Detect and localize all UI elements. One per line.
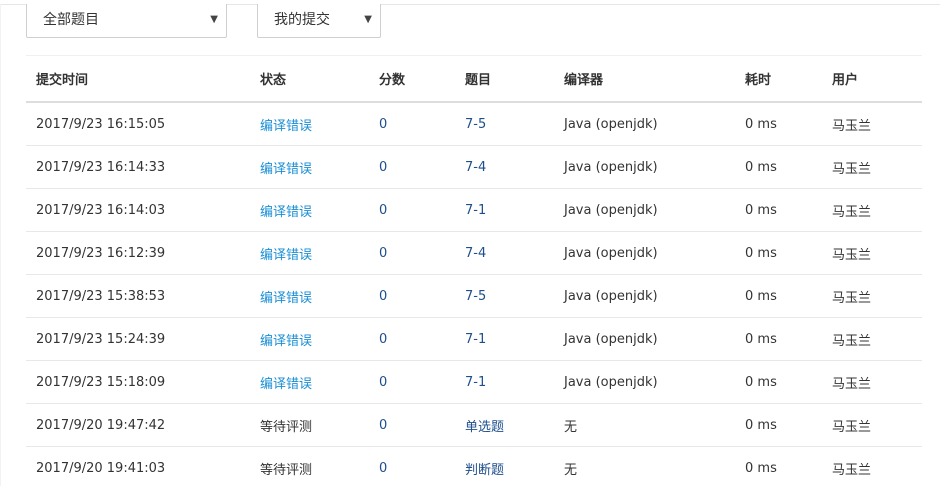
problem-scope-select[interactable]: 全部题目 ▼ — [26, 4, 227, 38]
table-row: 2017/9/23 16:14:03 编译错误 0 7-1 Java (open… — [26, 188, 922, 232]
score-link[interactable]: 0 — [369, 145, 455, 189]
duration: 0 ms — [735, 274, 822, 318]
duration: 0 ms — [735, 145, 822, 189]
duration: 0 ms — [735, 102, 822, 146]
submission-time: 2017/9/23 15:24:39 — [26, 317, 250, 361]
compiler: Java (openjdk) — [554, 188, 735, 232]
submissions-table: 提交时间 状态 分数 题目 编译器 耗时 用户 2017/9/23 16:15:… — [26, 56, 922, 486]
score-link[interactable]: 0 — [369, 102, 455, 146]
compiler: 无 — [554, 403, 735, 447]
duration: 0 ms — [735, 360, 822, 404]
compiler: Java (openjdk) — [554, 360, 735, 404]
table-row: 2017/9/23 16:12:39 编译错误 0 7-4 Java (open… — [26, 231, 922, 275]
submission-time: 2017/9/23 16:14:33 — [26, 145, 250, 189]
user: 马玉兰 — [822, 102, 922, 146]
score-link[interactable]: 0 — [369, 360, 455, 404]
user: 马玉兰 — [822, 145, 922, 189]
submissions-table-container: 提交时间 状态 分数 题目 编译器 耗时 用户 2017/9/23 16:15:… — [26, 56, 922, 486]
problem-link[interactable]: 7-4 — [455, 145, 554, 189]
status-link[interactable]: 编译错误 — [250, 188, 369, 232]
score-link[interactable]: 0 — [369, 317, 455, 361]
submission-scope-value: 我的提交 — [274, 12, 330, 28]
status-link[interactable]: 编译错误 — [250, 274, 369, 318]
table-row: 2017/9/23 15:24:39 编译错误 0 7-1 Java (open… — [26, 317, 922, 361]
user: 马玉兰 — [822, 188, 922, 232]
submission-time: 2017/9/23 15:18:09 — [26, 360, 250, 404]
score-link[interactable]: 0 — [369, 446, 455, 486]
compiler: 无 — [554, 446, 735, 486]
submission-scope-select[interactable]: 我的提交 ▼ — [257, 4, 381, 38]
score-link[interactable]: 0 — [369, 274, 455, 318]
problem-link[interactable]: 7-1 — [455, 188, 554, 232]
duration: 0 ms — [735, 403, 822, 447]
score-link[interactable]: 0 — [369, 188, 455, 232]
caret-down-icon: ▼ — [210, 14, 218, 25]
submission-time: 2017/9/20 19:41:03 — [26, 446, 250, 486]
status-text: 等待评测 — [250, 446, 369, 486]
submissions-page: 全部题目 ▼ 我的提交 ▼ 提交时间 状态 分数 题目 编译器 耗时 用户 20… — [0, 0, 940, 486]
submission-time: 2017/9/23 15:38:53 — [26, 274, 250, 318]
duration: 0 ms — [735, 231, 822, 275]
duration: 0 ms — [735, 446, 822, 486]
header-time: 提交时间 — [26, 56, 250, 103]
header-score: 分数 — [369, 56, 455, 103]
compiler: Java (openjdk) — [554, 317, 735, 361]
compiler: Java (openjdk) — [554, 102, 735, 146]
problem-link[interactable]: 单选题 — [455, 403, 554, 447]
submission-time: 2017/9/20 19:47:42 — [26, 403, 250, 447]
problem-link[interactable]: 判断题 — [455, 446, 554, 486]
table-row: 2017/9/20 19:41:03 等待评测 0 判断题 无 0 ms 马玉兰 — [26, 446, 922, 486]
user: 马玉兰 — [822, 403, 922, 447]
submission-time: 2017/9/23 16:14:03 — [26, 188, 250, 232]
status-text: 等待评测 — [250, 403, 369, 447]
problem-link[interactable]: 7-1 — [455, 360, 554, 404]
user: 马玉兰 — [822, 360, 922, 404]
score-link[interactable]: 0 — [369, 403, 455, 447]
problem-link[interactable]: 7-5 — [455, 274, 554, 318]
table-row: 2017/9/23 16:15:05 编译错误 0 7-5 Java (open… — [26, 102, 922, 146]
table-header-row: 提交时间 状态 分数 题目 编译器 耗时 用户 — [26, 56, 922, 103]
submission-time: 2017/9/23 16:15:05 — [26, 102, 250, 146]
problem-link[interactable]: 7-5 — [455, 102, 554, 146]
duration: 0 ms — [735, 188, 822, 232]
left-border — [0, 4, 1, 486]
problem-link[interactable]: 7-4 — [455, 231, 554, 275]
problem-link[interactable]: 7-1 — [455, 317, 554, 361]
problem-scope-value: 全部题目 — [43, 12, 99, 28]
status-link[interactable]: 编译错误 — [250, 102, 369, 146]
user: 马玉兰 — [822, 317, 922, 361]
score-link[interactable]: 0 — [369, 231, 455, 275]
header-user: 用户 — [822, 56, 922, 103]
user: 马玉兰 — [822, 231, 922, 275]
compiler: Java (openjdk) — [554, 274, 735, 318]
header-duration: 耗时 — [735, 56, 822, 103]
status-link[interactable]: 编译错误 — [250, 231, 369, 275]
status-link[interactable]: 编译错误 — [250, 360, 369, 404]
table-row: 2017/9/23 16:14:33 编译错误 0 7-4 Java (open… — [26, 145, 922, 189]
duration: 0 ms — [735, 317, 822, 361]
table-row: 2017/9/20 19:47:42 等待评测 0 单选题 无 0 ms 马玉兰 — [26, 403, 922, 447]
caret-down-icon: ▼ — [364, 14, 372, 25]
status-link[interactable]: 编译错误 — [250, 145, 369, 189]
table-row: 2017/9/23 15:18:09 编译错误 0 7-1 Java (open… — [26, 360, 922, 404]
table-row: 2017/9/23 15:38:53 编译错误 0 7-5 Java (open… — [26, 274, 922, 318]
compiler: Java (openjdk) — [554, 231, 735, 275]
header-compiler: 编译器 — [554, 56, 735, 103]
submission-time: 2017/9/23 16:12:39 — [26, 231, 250, 275]
user: 马玉兰 — [822, 446, 922, 486]
compiler: Java (openjdk) — [554, 145, 735, 189]
status-link[interactable]: 编译错误 — [250, 317, 369, 361]
header-problem: 题目 — [455, 56, 554, 103]
user: 马玉兰 — [822, 274, 922, 318]
header-status: 状态 — [250, 56, 369, 103]
